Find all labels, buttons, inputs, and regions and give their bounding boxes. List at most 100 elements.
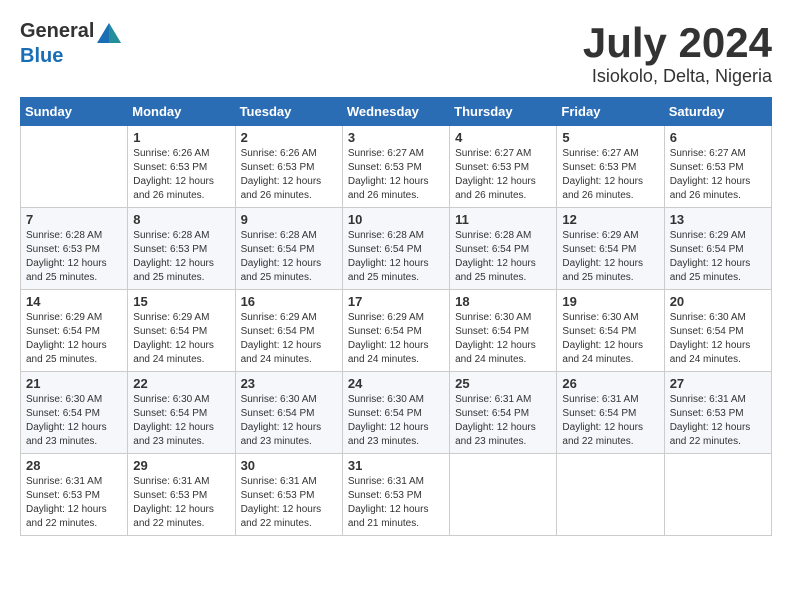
day-number: 12	[562, 212, 658, 227]
day-number: 14	[26, 294, 122, 309]
day-number: 4	[455, 130, 551, 145]
calendar-cell: 11 Sunrise: 6:28 AM Sunset: 6:54 PM Dayli…	[450, 208, 557, 290]
day-info: Sunrise: 6:28 AM Sunset: 6:54 PM Dayligh…	[241, 229, 337, 285]
day-number: 8	[133, 212, 229, 227]
day-info: Sunrise: 6:29 AM Sunset: 6:54 PM Dayligh…	[133, 311, 229, 367]
calendar-table: SundayMondayTuesdayWednesdayThursdayFrid…	[20, 97, 772, 536]
day-number: 21	[26, 376, 122, 391]
calendar-cell: 18 Sunrise: 6:30 AM Sunset: 6:54 PM Dayli…	[450, 290, 557, 372]
calendar-cell: 23 Sunrise: 6:30 AM Sunset: 6:54 PM Dayli…	[235, 372, 342, 454]
day-info: Sunrise: 6:30 AM Sunset: 6:54 PM Dayligh…	[26, 393, 122, 449]
weekday-header-friday: Friday	[557, 98, 664, 126]
day-info: Sunrise: 6:28 AM Sunset: 6:53 PM Dayligh…	[133, 229, 229, 285]
calendar-cell: 7Sunrise: 6:28 AM Sunset: 6:53 PM Daylig…	[21, 208, 128, 290]
day-number: 7	[26, 212, 122, 227]
calendar-cell: 30 Sunrise: 6:31 AM Sunset: 6:53 PM Dayli…	[235, 454, 342, 536]
day-number: 20	[670, 294, 766, 309]
calendar-cell: 26 Sunrise: 6:31 AM Sunset: 6:54 PM Dayli…	[557, 372, 664, 454]
day-info: Sunrise: 6:31 AM Sunset: 6:53 PM Dayligh…	[241, 475, 337, 531]
day-info: Sunrise: 6:29 AM Sunset: 6:54 PM Dayligh…	[241, 311, 337, 367]
day-number: 5	[562, 130, 658, 145]
weekday-header-row: SundayMondayTuesdayWednesdayThursdayFrid…	[21, 98, 772, 126]
day-info: Sunrise: 6:29 AM Sunset: 6:54 PM Dayligh…	[26, 311, 122, 367]
calendar-cell: 31 Sunrise: 6:31 AM Sunset: 6:53 PM Dayli…	[342, 454, 449, 536]
day-number: 9	[241, 212, 337, 227]
weekday-header-wednesday: Wednesday	[342, 98, 449, 126]
calendar-cell: 20 Sunrise: 6:30 AM Sunset: 6:54 PM Dayli…	[664, 290, 771, 372]
day-info: Sunrise: 6:30 AM Sunset: 6:54 PM Dayligh…	[562, 311, 658, 367]
logo-text: General Blue	[20, 20, 124, 68]
calendar-cell: 22 Sunrise: 6:30 AM Sunset: 6:54 PM Dayli…	[128, 372, 235, 454]
day-number: 30	[241, 458, 337, 473]
day-number: 25	[455, 376, 551, 391]
weekday-header-monday: Monday	[128, 98, 235, 126]
day-number: 26	[562, 376, 658, 391]
calendar-cell: 25Sunrise: 6:31 AM Sunset: 6:54 PM Dayli…	[450, 372, 557, 454]
day-number: 1	[133, 130, 229, 145]
day-info: Sunrise: 6:30 AM Sunset: 6:54 PM Dayligh…	[241, 393, 337, 449]
day-info: Sunrise: 6:28 AM Sunset: 6:54 PM Dayligh…	[348, 229, 444, 285]
calendar-cell	[450, 454, 557, 536]
day-info: Sunrise: 6:30 AM Sunset: 6:54 PM Dayligh…	[133, 393, 229, 449]
location-title: Isiokolo, Delta, Nigeria	[583, 66, 772, 87]
day-number: 6	[670, 130, 766, 145]
day-info: Sunrise: 6:30 AM Sunset: 6:54 PM Dayligh…	[348, 393, 444, 449]
calendar-cell: 28Sunrise: 6:31 AM Sunset: 6:53 PM Dayli…	[21, 454, 128, 536]
day-info: Sunrise: 6:29 AM Sunset: 6:54 PM Dayligh…	[562, 229, 658, 285]
day-info: Sunrise: 6:26 AM Sunset: 6:53 PM Dayligh…	[241, 147, 337, 203]
day-info: Sunrise: 6:31 AM Sunset: 6:54 PM Dayligh…	[562, 393, 658, 449]
calendar-cell: 13 Sunrise: 6:29 AM Sunset: 6:54 PM Dayli…	[664, 208, 771, 290]
day-info: Sunrise: 6:26 AM Sunset: 6:53 PM Dayligh…	[133, 147, 229, 203]
logo-general: General	[20, 20, 94, 42]
calendar-cell: 15Sunrise: 6:29 AM Sunset: 6:54 PM Dayli…	[128, 290, 235, 372]
day-info: Sunrise: 6:27 AM Sunset: 6:53 PM Dayligh…	[455, 147, 551, 203]
day-info: Sunrise: 6:27 AM Sunset: 6:53 PM Dayligh…	[562, 147, 658, 203]
calendar-cell: 10 Sunrise: 6:28 AM Sunset: 6:54 PM Dayli…	[342, 208, 449, 290]
logo-blue: Blue	[20, 45, 63, 67]
day-number: 13	[670, 212, 766, 227]
day-number: 11	[455, 212, 551, 227]
calendar-cell: 16 Sunrise: 6:29 AM Sunset: 6:54 PM Dayli…	[235, 290, 342, 372]
day-number: 27	[670, 376, 766, 391]
day-info: Sunrise: 6:29 AM Sunset: 6:54 PM Dayligh…	[348, 311, 444, 367]
calendar-cell: 5 Sunrise: 6:27 AM Sunset: 6:53 PM Daylig…	[557, 126, 664, 208]
day-info: Sunrise: 6:31 AM Sunset: 6:53 PM Dayligh…	[348, 475, 444, 531]
logo-icon	[95, 21, 123, 45]
day-number: 19	[562, 294, 658, 309]
day-info: Sunrise: 6:28 AM Sunset: 6:54 PM Dayligh…	[455, 229, 551, 285]
weekday-header-thursday: Thursday	[450, 98, 557, 126]
day-number: 31	[348, 458, 444, 473]
day-info: Sunrise: 6:29 AM Sunset: 6:54 PM Dayligh…	[670, 229, 766, 285]
day-number: 10	[348, 212, 444, 227]
day-info: Sunrise: 6:31 AM Sunset: 6:53 PM Dayligh…	[133, 475, 229, 531]
day-number: 22	[133, 376, 229, 391]
day-info: Sunrise: 6:30 AM Sunset: 6:54 PM Dayligh…	[455, 311, 551, 367]
day-number: 28	[26, 458, 122, 473]
title-block: July 2024 Isiokolo, Delta, Nigeria	[583, 20, 772, 87]
calendar-cell: 19 Sunrise: 6:30 AM Sunset: 6:54 PM Dayli…	[557, 290, 664, 372]
calendar-week-row: 14 Sunrise: 6:29 AM Sunset: 6:54 PM Dayli…	[21, 290, 772, 372]
calendar-cell: 1 Sunrise: 6:26 AM Sunset: 6:53 PM Daylig…	[128, 126, 235, 208]
calendar-cell: 14 Sunrise: 6:29 AM Sunset: 6:54 PM Dayli…	[21, 290, 128, 372]
day-info: Sunrise: 6:27 AM Sunset: 6:53 PM Dayligh…	[670, 147, 766, 203]
weekday-header-saturday: Saturday	[664, 98, 771, 126]
calendar-cell: 9 Sunrise: 6:28 AM Sunset: 6:54 PM Daylig…	[235, 208, 342, 290]
day-number: 24	[348, 376, 444, 391]
calendar-cell: 27 Sunrise: 6:31 AM Sunset: 6:53 PM Dayli…	[664, 372, 771, 454]
day-info: Sunrise: 6:30 AM Sunset: 6:54 PM Dayligh…	[670, 311, 766, 367]
calendar-cell: 8 Sunrise: 6:28 AM Sunset: 6:53 PM Daylig…	[128, 208, 235, 290]
day-info: Sunrise: 6:27 AM Sunset: 6:53 PM Dayligh…	[348, 147, 444, 203]
calendar-cell: 6 Sunrise: 6:27 AM Sunset: 6:53 PM Daylig…	[664, 126, 771, 208]
day-number: 23	[241, 376, 337, 391]
day-number: 18	[455, 294, 551, 309]
calendar-cell: 21 Sunrise: 6:30 AM Sunset: 6:54 PM Dayli…	[21, 372, 128, 454]
calendar-cell: 2 Sunrise: 6:26 AM Sunset: 6:53 PM Daylig…	[235, 126, 342, 208]
day-info: Sunrise: 6:31 AM Sunset: 6:53 PM Dayligh…	[670, 393, 766, 449]
day-number: 16	[241, 294, 337, 309]
calendar-week-row: 7 Sunrise: 6:28 AM Sunset: 6:53 PM Daylig…	[21, 208, 772, 290]
logo: General Blue	[20, 20, 124, 68]
month-title: July 2024	[583, 20, 772, 66]
day-number: 2	[241, 130, 337, 145]
calendar-week-row: 21 Sunrise: 6:30 AM Sunset: 6:54 PM Dayli…	[21, 372, 772, 454]
calendar-cell: 17Sunrise: 6:29 AM Sunset: 6:54 PM Dayli…	[342, 290, 449, 372]
